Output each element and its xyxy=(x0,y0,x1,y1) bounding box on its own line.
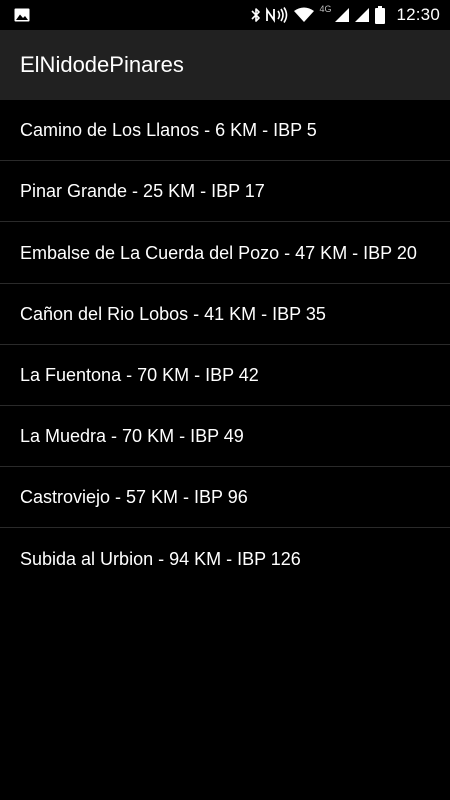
list-item[interactable]: Subida al Urbion - 94 KM - IBP 126 xyxy=(0,528,450,589)
list-item-label: La Muedra - 70 KM - IBP 49 xyxy=(20,426,244,446)
list-item-label: Subida al Urbion - 94 KM - IBP 126 xyxy=(20,548,301,569)
list-item[interactable]: Cañon del Rio Lobos - 41 KM - IBP 35 xyxy=(0,284,450,345)
list-item[interactable]: Pinar Grande - 25 KM - IBP 17 xyxy=(0,161,450,222)
clock: 12:30 xyxy=(396,5,440,24)
app-bar: ElNidodePinares xyxy=(0,30,450,100)
list-item-label: Castroviejo - 57 KM - IBP 96 xyxy=(20,487,248,507)
list-item[interactable]: Embalse de La Cuerda del Pozo - 47 KM - … xyxy=(0,222,450,284)
route-list: Camino de Los Llanos - 6 KM - IBP 5 Pina… xyxy=(0,100,450,589)
list-item-label: Camino de Los Llanos - 6 KM - IBP 5 xyxy=(20,120,317,140)
status-bar: 4G 12:30 xyxy=(0,0,450,30)
list-item[interactable]: La Muedra - 70 KM - IBP 49 xyxy=(0,406,450,467)
app-title: ElNidodePinares xyxy=(20,52,184,77)
list-item-label: Embalse de La Cuerda del Pozo - 47 KM - … xyxy=(20,242,417,263)
list-item[interactable]: Camino de Los Llanos - 6 KM - IBP 5 xyxy=(0,100,450,161)
signal-icon xyxy=(355,8,370,22)
image-icon xyxy=(14,8,30,22)
nfc-icon xyxy=(266,7,288,23)
list-item[interactable]: Castroviejo - 57 KM - IBP 96 xyxy=(0,467,450,528)
signal-icon xyxy=(335,8,350,22)
list-item-label: La Fuentona - 70 KM - IBP 42 xyxy=(20,365,259,385)
list-item-label: Pinar Grande - 25 KM - IBP 17 xyxy=(20,181,265,201)
battery-icon xyxy=(375,6,386,24)
wifi-icon xyxy=(294,7,315,22)
status-icons: 4G 12:30 xyxy=(251,0,440,30)
bluetooth-icon xyxy=(251,8,261,22)
list-item-label: Cañon del Rio Lobos - 41 KM - IBP 35 xyxy=(20,304,326,324)
list-item[interactable]: La Fuentona - 70 KM - IBP 42 xyxy=(0,345,450,406)
network-type-label: 4G xyxy=(319,4,332,14)
